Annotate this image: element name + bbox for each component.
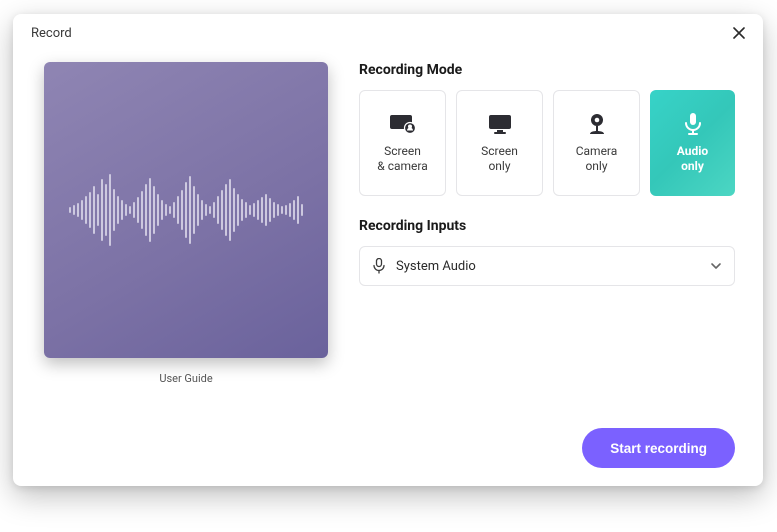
screen-icon (485, 112, 515, 136)
audio-input-value: System Audio (396, 259, 700, 274)
mode-camera-only[interactable]: Camera only (553, 90, 640, 196)
mode-label: Screen & camera (377, 144, 428, 174)
mode-screen-only[interactable]: Screen only (456, 90, 543, 196)
screen-camera-icon (388, 112, 418, 136)
preview-panel (44, 62, 328, 358)
titlebar: Record (13, 14, 763, 52)
mode-screen-camera[interactable]: Screen & camera (359, 90, 446, 196)
audio-input-select[interactable]: System Audio (359, 246, 735, 286)
content: User Guide Recording Mode Screen & camer… (13, 52, 763, 486)
preview-caption: User Guide (159, 372, 212, 385)
camera-icon (582, 112, 612, 136)
chevron-down-icon (710, 262, 722, 270)
close-icon (733, 27, 745, 39)
footer: Start recording (359, 416, 735, 468)
mode-label: Audio only (677, 144, 708, 174)
mode-label: Camera only (576, 144, 618, 174)
start-recording-button[interactable]: Start recording (582, 428, 735, 468)
preview-column: User Guide (41, 62, 331, 468)
close-button[interactable] (729, 23, 749, 43)
waveform-icon (66, 165, 306, 255)
settings-column: Recording Mode Screen & camera Screen on… (359, 62, 735, 468)
window-title: Record (31, 26, 72, 41)
mode-row: Screen & camera Screen only Camera only (359, 90, 735, 196)
mode-label: Screen only (481, 144, 518, 174)
recording-mode-title: Recording Mode (359, 62, 735, 78)
recording-inputs-title: Recording Inputs (359, 218, 735, 234)
mic-icon (372, 258, 386, 274)
mic-icon (678, 112, 708, 136)
record-window: Record User Guide Recording Mode (13, 14, 763, 486)
mode-audio-only[interactable]: Audio only (650, 90, 735, 196)
